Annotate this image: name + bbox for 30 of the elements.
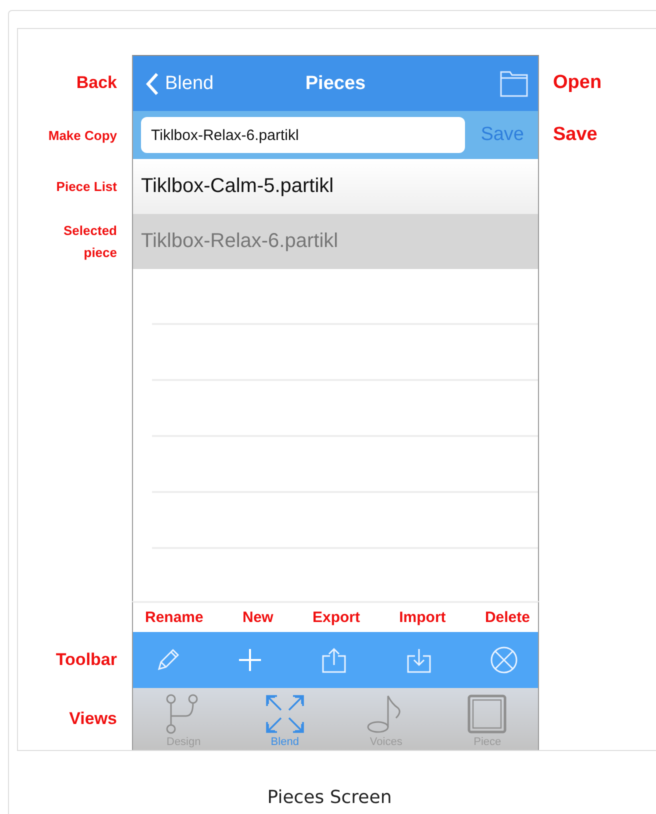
tab[interactable]: Blend <box>250 694 320 748</box>
callout-label: Rename <box>145 609 204 626</box>
filename-field[interactable]: Tiklbox-Relax-6.partikl <box>141 117 465 153</box>
callout-label: Back <box>76 73 117 93</box>
callout-label: Piece List <box>56 179 117 194</box>
piece-list-item[interactable]: Tiklbox-Relax-6.partikl <box>132 214 539 269</box>
chevron-left-icon <box>145 72 159 96</box>
folder-icon[interactable] <box>500 70 528 96</box>
figure-caption: Pieces Screen <box>267 787 392 808</box>
callout-label: Selected piece <box>62 222 117 262</box>
download-icon[interactable] <box>404 647 433 673</box>
screen-title: Pieces <box>305 72 366 94</box>
callout-label: Views <box>69 709 117 729</box>
delete-icon[interactable] <box>490 646 518 674</box>
callout-label: Delete <box>484 609 530 626</box>
callout-label: Toolbar <box>56 650 117 670</box>
save-button[interactable]: Save <box>480 124 524 146</box>
callout-label: Import <box>399 609 446 626</box>
callout-label: Make Copy <box>48 128 117 142</box>
pencil-icon[interactable] <box>155 647 181 673</box>
share-icon[interactable] <box>320 647 348 673</box>
square-icon <box>467 694 508 734</box>
callout-label: New <box>242 609 274 626</box>
piece-list-item[interactable]: Tiklbox-Calm-5.partikl <box>132 159 539 214</box>
callout-label: Open <box>553 72 602 94</box>
callout-label: Export <box>312 609 360 626</box>
plus-icon[interactable] <box>238 648 262 672</box>
arrows-icon <box>264 694 305 734</box>
callout-label: Save <box>553 124 598 146</box>
back-button[interactable]: Blend <box>145 72 214 96</box>
